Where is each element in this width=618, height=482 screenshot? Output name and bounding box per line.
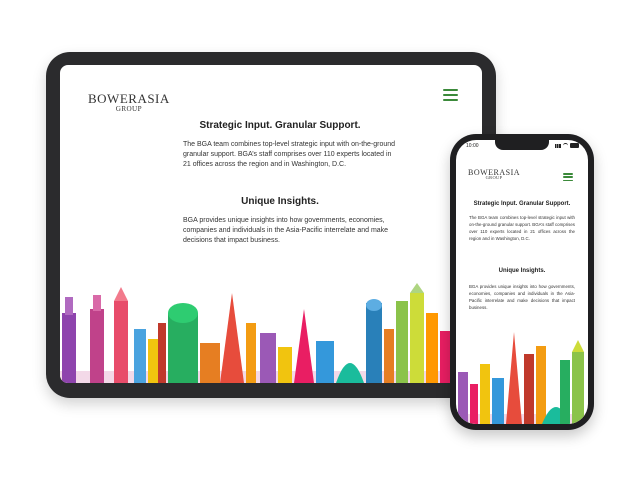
phone-notch xyxy=(495,140,549,150)
section-title-strategic: Strategic Input. Granular Support. xyxy=(199,120,361,131)
city-skyline-illustration xyxy=(456,332,588,424)
section-title-insights: Unique Insights. xyxy=(241,196,319,207)
section-body-insights: BGA provides unique insights into how go… xyxy=(469,284,575,310)
status-time: 10:00 xyxy=(466,143,479,149)
phone-device: 10:00 BOWERASIA GROUP Strategic Input. G… xyxy=(450,134,594,430)
section-body-insights: BGA provides unique insights into how go… xyxy=(183,217,389,244)
wifi-icon xyxy=(563,143,568,148)
section-title-strategic: Strategic Input. Granular Support. xyxy=(473,201,571,207)
section-body-strategic: The BGA team combines top-level strategi… xyxy=(469,215,575,241)
brand-logo[interactable]: BOWERASIA GROUP xyxy=(88,91,170,113)
tablet-screen: BOWERASIA GROUP Strategic Input. Granula… xyxy=(60,65,482,383)
status-icons xyxy=(555,143,579,148)
phone-screen: 10:00 BOWERASIA GROUP Strategic Input. G… xyxy=(456,140,588,424)
city-skyline-illustration xyxy=(60,283,482,383)
battery-icon xyxy=(570,143,579,148)
tablet-device: BOWERASIA GROUP Strategic Input. Granula… xyxy=(46,52,496,398)
brand-logo[interactable]: BOWERASIA GROUP xyxy=(468,168,520,180)
section-body-strategic: The BGA team combines top-level strategi… xyxy=(183,141,396,168)
hamburger-menu-icon[interactable] xyxy=(443,89,458,101)
signal-icon xyxy=(555,143,561,148)
section-title-insights: Unique Insights. xyxy=(498,268,546,274)
hamburger-menu-icon[interactable] xyxy=(563,173,573,181)
